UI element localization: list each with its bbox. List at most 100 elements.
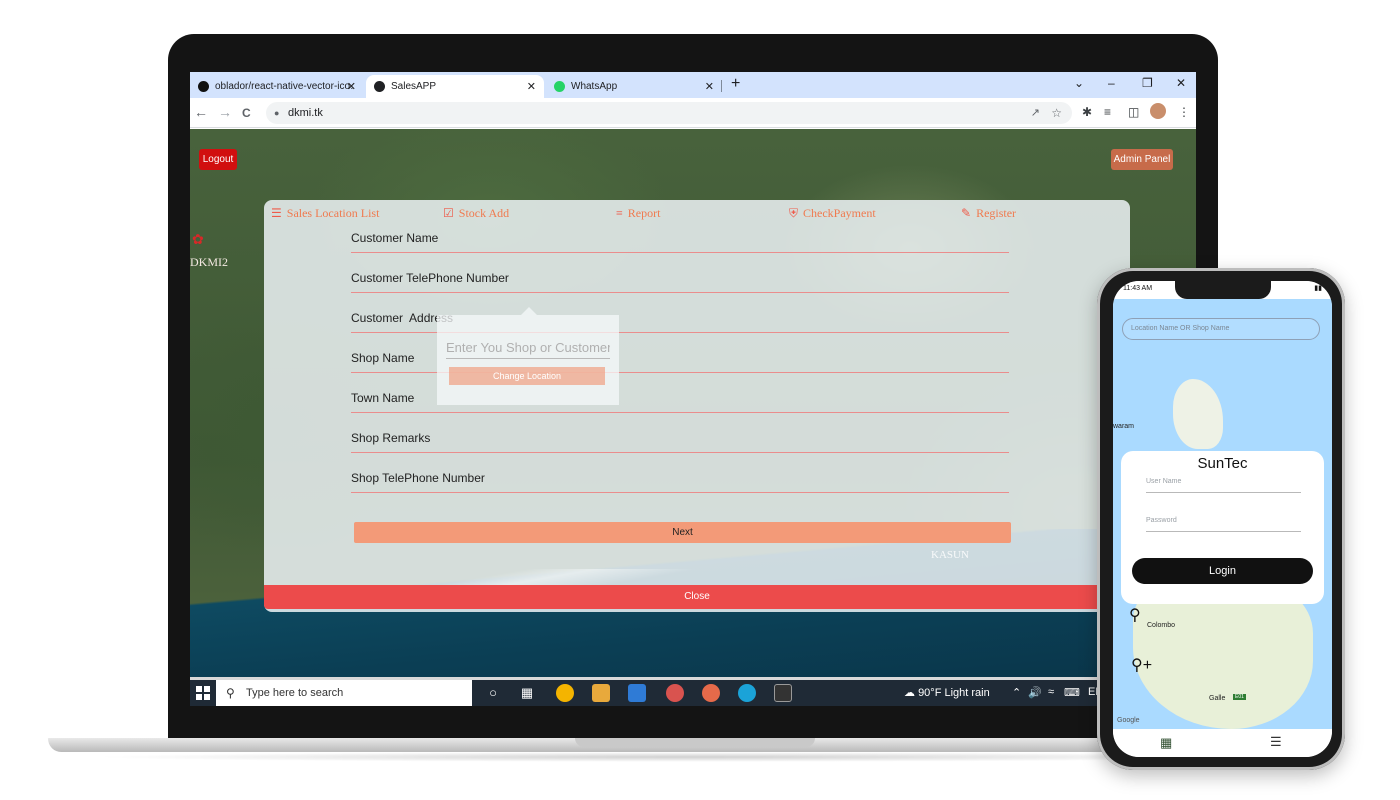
windows-taskbar: ⚲ Type here to search ○ ▦ ☁ 90°F Light r… xyxy=(190,680,1196,706)
shop-remarks-field[interactable]: Shop Remarks xyxy=(351,431,1009,453)
add-location-icon[interactable]: ⚲+ xyxy=(1131,655,1152,675)
location-pin-icon[interactable]: ⚲ xyxy=(1129,605,1141,625)
whatsapp-icon xyxy=(554,81,565,92)
map-label-waram: waram xyxy=(1113,423,1135,430)
wifi-icon[interactable]: ≈ xyxy=(1048,686,1054,698)
tab-label: SalesAPP xyxy=(391,81,437,92)
globe-icon xyxy=(374,81,385,92)
list-bullets-icon: ≡ xyxy=(616,206,623,220)
edge-icon[interactable] xyxy=(738,684,756,702)
change-location-button[interactable]: Change Location xyxy=(449,367,605,385)
forward-icon[interactable]: → xyxy=(218,104,232,120)
phone-notch xyxy=(1175,281,1271,299)
app-title: SunTec xyxy=(1197,455,1248,472)
field-label: Shop Remarks xyxy=(351,431,431,445)
reading-list-icon[interactable]: ≡ xyxy=(1104,105,1111,119)
task-view-icon[interactable]: ▦ xyxy=(518,684,536,702)
map-land-north xyxy=(1173,379,1223,449)
tab-label: oblador/react-native-vector-ico… xyxy=(215,81,353,92)
chrome-profile-2-icon[interactable] xyxy=(702,684,720,702)
star-icon[interactable]: ☆ xyxy=(1051,102,1062,124)
location-search-input[interactable]: Location Name OR Shop Name xyxy=(1122,318,1320,340)
password-input[interactable]: Password xyxy=(1146,517,1301,532)
field-label: Shop TelePhone Number xyxy=(351,471,485,485)
restore-button[interactable]: ❐ xyxy=(1142,76,1153,90)
login-button[interactable]: Login xyxy=(1132,558,1313,584)
admin-panel-button[interactable]: Admin Panel xyxy=(1111,149,1173,170)
popup-caret xyxy=(521,307,537,315)
github-icon xyxy=(198,81,209,92)
reload-icon[interactable]: C xyxy=(242,106,251,120)
tab-github[interactable]: oblador/react-native-vector-ico… ✕ xyxy=(190,75,364,98)
menu-check-payment[interactable]: ⛨ CheckPayment xyxy=(789,206,876,221)
shop-search-input[interactable]: Enter You Shop or Customer xyxy=(446,337,610,359)
customer-name-field[interactable]: Customer Name xyxy=(351,231,1009,253)
field-label: Town Name xyxy=(351,391,415,405)
menu-register[interactable]: ✎ Register xyxy=(961,206,1016,221)
tab-search-icon[interactable]: ⌄ xyxy=(1074,76,1084,90)
tab-close-icon[interactable]: ✕ xyxy=(527,80,536,93)
map-marker-icon[interactable]: ✿ xyxy=(192,231,204,248)
username-input[interactable]: User Name xyxy=(1146,478,1301,493)
field-label: Customer Name xyxy=(351,231,439,245)
chrome-icon[interactable] xyxy=(556,684,574,702)
field-label: Customer TelePhone Number xyxy=(351,271,509,285)
battery-icon: ▮▮ xyxy=(1314,285,1322,292)
menu-sales-location-list[interactable]: ☰ Sales Location List xyxy=(271,206,379,221)
menu-stock-add[interactable]: ☑ Stock Add xyxy=(443,206,509,221)
address-bar[interactable]: ● dkmi.tk ↗ ☆ xyxy=(266,102,1072,124)
map-tab-icon[interactable]: ▦ xyxy=(1160,735,1172,751)
search-icon: ⚲ xyxy=(226,686,235,700)
volume-icon[interactable]: 🔊 xyxy=(1028,686,1042,699)
phone-bottom-nav: ▦ ☰ xyxy=(1113,729,1332,757)
customer-phone-field[interactable]: Customer TelePhone Number xyxy=(351,271,1009,293)
logout-button[interactable]: Logout xyxy=(199,149,237,170)
tab-separator xyxy=(721,80,722,92)
tab-whatsapp[interactable]: WhatsApp ✕ xyxy=(546,75,722,98)
list-tab-icon[interactable]: ☰ xyxy=(1270,734,1282,750)
chrome-profile-icon[interactable] xyxy=(666,684,684,702)
tab-salesapp[interactable]: SalesAPP ✕ xyxy=(366,75,544,98)
taskbar-search-text: Type here to search xyxy=(246,687,344,699)
tab-close-icon[interactable]: ✕ xyxy=(347,80,356,93)
shield-check-icon: ⛨ xyxy=(789,206,799,220)
tab-close-icon[interactable]: ✕ xyxy=(705,80,714,93)
tray-chevron-icon[interactable]: ⌃ xyxy=(1012,686,1021,699)
minimize-button[interactable]: – xyxy=(1108,76,1115,90)
phone-time: 11:43 AM xyxy=(1123,285,1153,292)
new-tab-button[interactable]: + xyxy=(731,75,740,93)
next-button[interactable]: Next xyxy=(354,522,1011,543)
keyboard-icon[interactable]: ⌨ xyxy=(1064,686,1080,699)
field-label: Shop Name xyxy=(351,351,415,365)
windows-start-icon[interactable] xyxy=(196,686,210,700)
menu-kebab-icon[interactable]: ⋮ xyxy=(1178,105,1190,119)
extensions-icon[interactable]: ✱ xyxy=(1082,105,1092,119)
address-text: dkmi.tk xyxy=(288,107,323,119)
back-icon[interactable]: ← xyxy=(194,104,208,120)
share-icon[interactable]: ↗ xyxy=(1031,102,1040,124)
terminal-icon[interactable] xyxy=(774,684,792,702)
vscode-icon[interactable] xyxy=(628,684,646,702)
side-panel-icon[interactable]: ◫ xyxy=(1128,105,1139,119)
browser-toolbar: ← → C ● dkmi.tk ↗ ☆ ✱ ≡ ◫ ⋮ xyxy=(190,98,1196,128)
weather-label: 90°F Light rain xyxy=(918,687,990,699)
menu-report[interactable]: ≡ Report xyxy=(616,206,660,221)
profile-avatar[interactable] xyxy=(1150,103,1166,119)
phone-map: Location Name OR Shop Name waram SunTec … xyxy=(1113,299,1332,729)
close-button[interactable]: Close xyxy=(264,585,1130,609)
laptop-notch xyxy=(575,738,815,747)
browser-tabbar: oblador/react-native-vector-ico… ✕ Sales… xyxy=(190,72,1196,98)
marker-label: DKMI2 xyxy=(190,255,228,269)
weather-text: ☁ 90°F Light rain xyxy=(904,686,990,699)
menu-label: CheckPayment xyxy=(803,206,876,220)
taskbar-search[interactable]: ⚲ Type here to search xyxy=(216,680,472,706)
cortana-icon[interactable]: ○ xyxy=(484,684,502,702)
cloud-icon: ☁ xyxy=(904,687,919,699)
menu-label: Sales Location List xyxy=(286,206,380,220)
calendar-check-icon: ☑ xyxy=(443,206,454,220)
close-window-button[interactable]: ✕ xyxy=(1176,76,1186,90)
file-explorer-icon[interactable] xyxy=(592,684,610,702)
shop-phone-field[interactable]: Shop TelePhone Number xyxy=(351,471,1009,493)
location-popup: Enter You Shop or Customer Change Locati… xyxy=(437,307,619,405)
menu-label: Report xyxy=(627,206,661,220)
